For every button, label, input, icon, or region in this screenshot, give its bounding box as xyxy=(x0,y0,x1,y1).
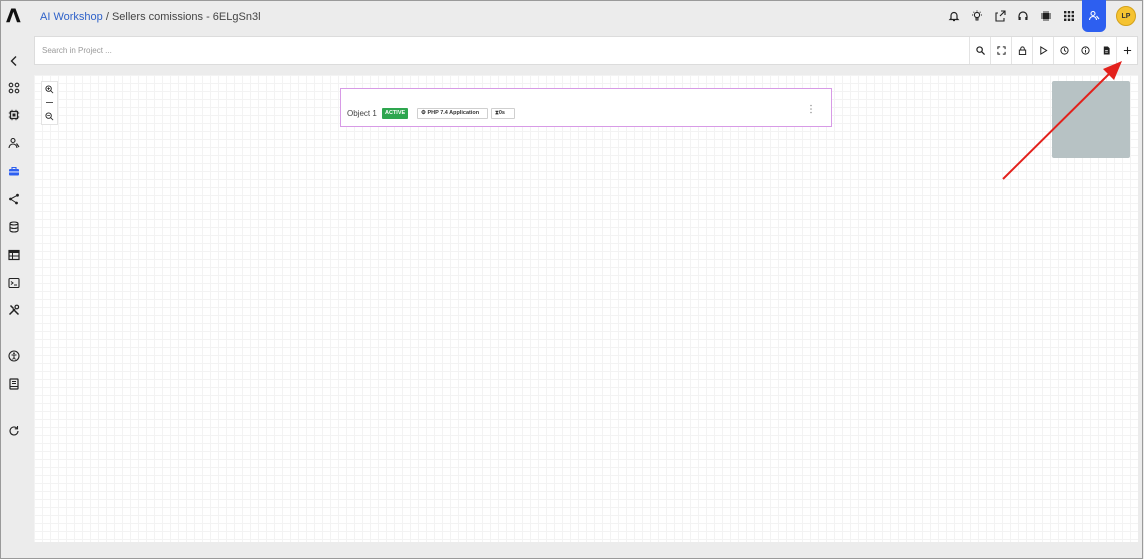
status-badge: ACTIVE xyxy=(382,108,409,119)
project-canvas[interactable]: Object 1 ACTIVE ⚙ PHP 7.4 Application ⧗0… xyxy=(34,75,1138,542)
play-icon xyxy=(1039,46,1048,55)
network-icon[interactable] xyxy=(6,191,22,207)
user-nodes-button[interactable] xyxy=(1082,0,1106,32)
zoom-controls xyxy=(41,81,58,125)
duration-badge: ⧗0s xyxy=(491,108,515,119)
accessibility-icon[interactable] xyxy=(6,348,22,364)
fullscreen-icon xyxy=(996,46,1006,55)
chip-icon[interactable] xyxy=(1035,5,1057,27)
tools-icon[interactable] xyxy=(6,302,22,318)
document-icon xyxy=(1103,46,1110,55)
zoom-in-icon xyxy=(45,85,54,94)
lock-icon xyxy=(1018,46,1026,55)
add-icon xyxy=(1123,46,1131,55)
persona-icon[interactable] xyxy=(6,135,22,151)
search-input[interactable] xyxy=(35,37,989,64)
search-icon xyxy=(975,46,985,55)
table-icon[interactable] xyxy=(6,247,22,263)
bell-icon[interactable] xyxy=(943,5,965,27)
play-button[interactable] xyxy=(1032,37,1053,64)
lock-button[interactable] xyxy=(1011,37,1032,64)
toolbox-icon[interactable] xyxy=(6,163,22,179)
clock-icon xyxy=(1059,46,1069,55)
runtime-label: PHP 7.4 Application xyxy=(427,110,480,116)
duration-label: 0s xyxy=(498,110,505,116)
object-node[interactable]: Object 1 ACTIVE ⚙ PHP 7.4 Application ⧗0… xyxy=(340,88,832,127)
minimap[interactable] xyxy=(1052,81,1130,158)
runtime-badge: ⚙ PHP 7.4 Application xyxy=(417,108,488,119)
document-button[interactable] xyxy=(1095,37,1116,64)
database-icon[interactable] xyxy=(6,219,22,235)
kebab-menu-icon[interactable] xyxy=(809,104,813,114)
search-button[interactable] xyxy=(969,37,990,64)
grid-icon[interactable] xyxy=(1058,5,1080,27)
refresh-icon[interactable] xyxy=(6,423,22,439)
zoom-out-icon xyxy=(45,112,54,121)
back-icon[interactable] xyxy=(6,53,22,69)
bulb-icon[interactable] xyxy=(966,5,988,27)
apps-icon[interactable] xyxy=(6,80,22,96)
node-title: Object 1 xyxy=(347,109,377,118)
user-nodes-icon xyxy=(1088,10,1100,21)
zoom-out-button[interactable] xyxy=(42,110,57,123)
breadcrumb-project: Sellers comissions - 6ELgSn3l xyxy=(111,11,261,23)
top-icon-bar: LP xyxy=(942,0,1144,32)
search-bar xyxy=(34,36,1138,65)
info-button[interactable] xyxy=(1074,37,1095,64)
info-icon xyxy=(1080,46,1090,55)
breadcrumb-separator: / xyxy=(102,11,112,23)
top-bar: Λ AI Workshop / Sellers comissions - 6EL… xyxy=(0,0,1144,34)
book-icon[interactable] xyxy=(6,376,22,392)
chip-icon[interactable] xyxy=(6,107,22,123)
add-button[interactable] xyxy=(1116,37,1137,64)
headset-icon[interactable] xyxy=(1012,5,1034,27)
app-logo[interactable]: Λ xyxy=(6,6,22,26)
breadcrumb-workspace-link[interactable]: AI Workshop xyxy=(40,11,103,23)
share-icon[interactable] xyxy=(989,5,1011,27)
breadcrumb: AI Workshop / Sellers comissions - 6ELgS… xyxy=(40,10,261,24)
terminal-icon[interactable] xyxy=(6,275,22,291)
history-button[interactable] xyxy=(1053,37,1074,64)
zoom-in-button[interactable] xyxy=(42,83,57,96)
project-toolbar xyxy=(969,37,1137,64)
fullscreen-button[interactable] xyxy=(990,37,1011,64)
zoom-divider xyxy=(46,102,53,103)
user-avatar[interactable]: LP xyxy=(1116,6,1136,26)
